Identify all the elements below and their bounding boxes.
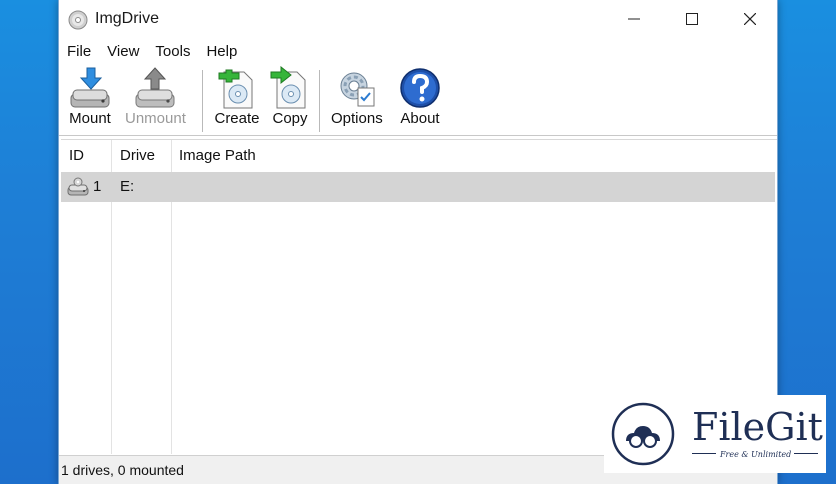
create-label: Create	[214, 110, 260, 127]
window-title: ImgDrive	[95, 10, 160, 27]
table-row[interactable]: 1 E:	[61, 172, 775, 202]
disc-icon	[68, 10, 88, 30]
filegit-brand: FileGit	[692, 405, 823, 449]
mount-drive-icon	[70, 67, 110, 108]
menu-tools[interactable]: Tools	[147, 39, 198, 64]
divider	[794, 453, 818, 454]
close-button[interactable]	[721, 0, 779, 38]
column-header-image-path[interactable]: Image Path	[173, 140, 256, 171]
copy-button[interactable]: Copy	[267, 66, 313, 134]
create-button[interactable]: Create	[214, 66, 260, 134]
unmount-button[interactable]: Unmount	[125, 66, 186, 134]
menu-help[interactable]: Help	[198, 39, 245, 64]
column-header-drive[interactable]: Drive	[114, 140, 155, 171]
toolbar: Mount Unmount Create Copy Options About	[59, 64, 777, 136]
filegit-watermark: FileGit Free & Unlimited	[604, 395, 826, 473]
filegit-logo-icon	[611, 402, 675, 466]
maximize-icon	[686, 13, 698, 25]
menu-view[interactable]: View	[99, 39, 147, 64]
toolbar-separator	[319, 70, 320, 132]
copy-image-icon	[270, 66, 306, 109]
close-icon	[744, 13, 756, 25]
list-header: ID Drive Image Path	[61, 140, 777, 171]
menu-bar: File View Tools Help	[59, 39, 777, 64]
options-button[interactable]: Options	[331, 66, 383, 134]
minimize-icon	[628, 18, 640, 20]
create-image-icon	[218, 69, 253, 109]
toolbar-separator	[202, 70, 203, 132]
unmount-label: Unmount	[125, 110, 186, 127]
title-bar[interactable]: ImgDrive	[59, 0, 777, 38]
drive-icon	[67, 177, 89, 196]
options-label: Options	[331, 110, 383, 127]
filegit-tagline: Free & Unlimited	[720, 450, 792, 459]
row-id: 1	[93, 178, 102, 195]
status-text: 1 drives, 0 mounted	[61, 462, 184, 478]
options-gear-icon	[340, 72, 375, 107]
menu-file[interactable]: File	[59, 39, 99, 64]
maximize-button[interactable]	[663, 0, 721, 38]
unmount-drive-icon	[135, 67, 175, 108]
help-question-icon	[400, 68, 440, 108]
minimize-button[interactable]	[605, 0, 663, 38]
column-header-id[interactable]: ID	[63, 140, 84, 171]
about-label: About	[400, 110, 440, 127]
mount-label: Mount	[69, 110, 111, 127]
about-button[interactable]: About	[397, 66, 443, 134]
divider	[692, 453, 716, 454]
mount-button[interactable]: Mount	[67, 66, 113, 134]
row-drive: E:	[120, 178, 135, 195]
copy-label: Copy	[272, 110, 308, 127]
